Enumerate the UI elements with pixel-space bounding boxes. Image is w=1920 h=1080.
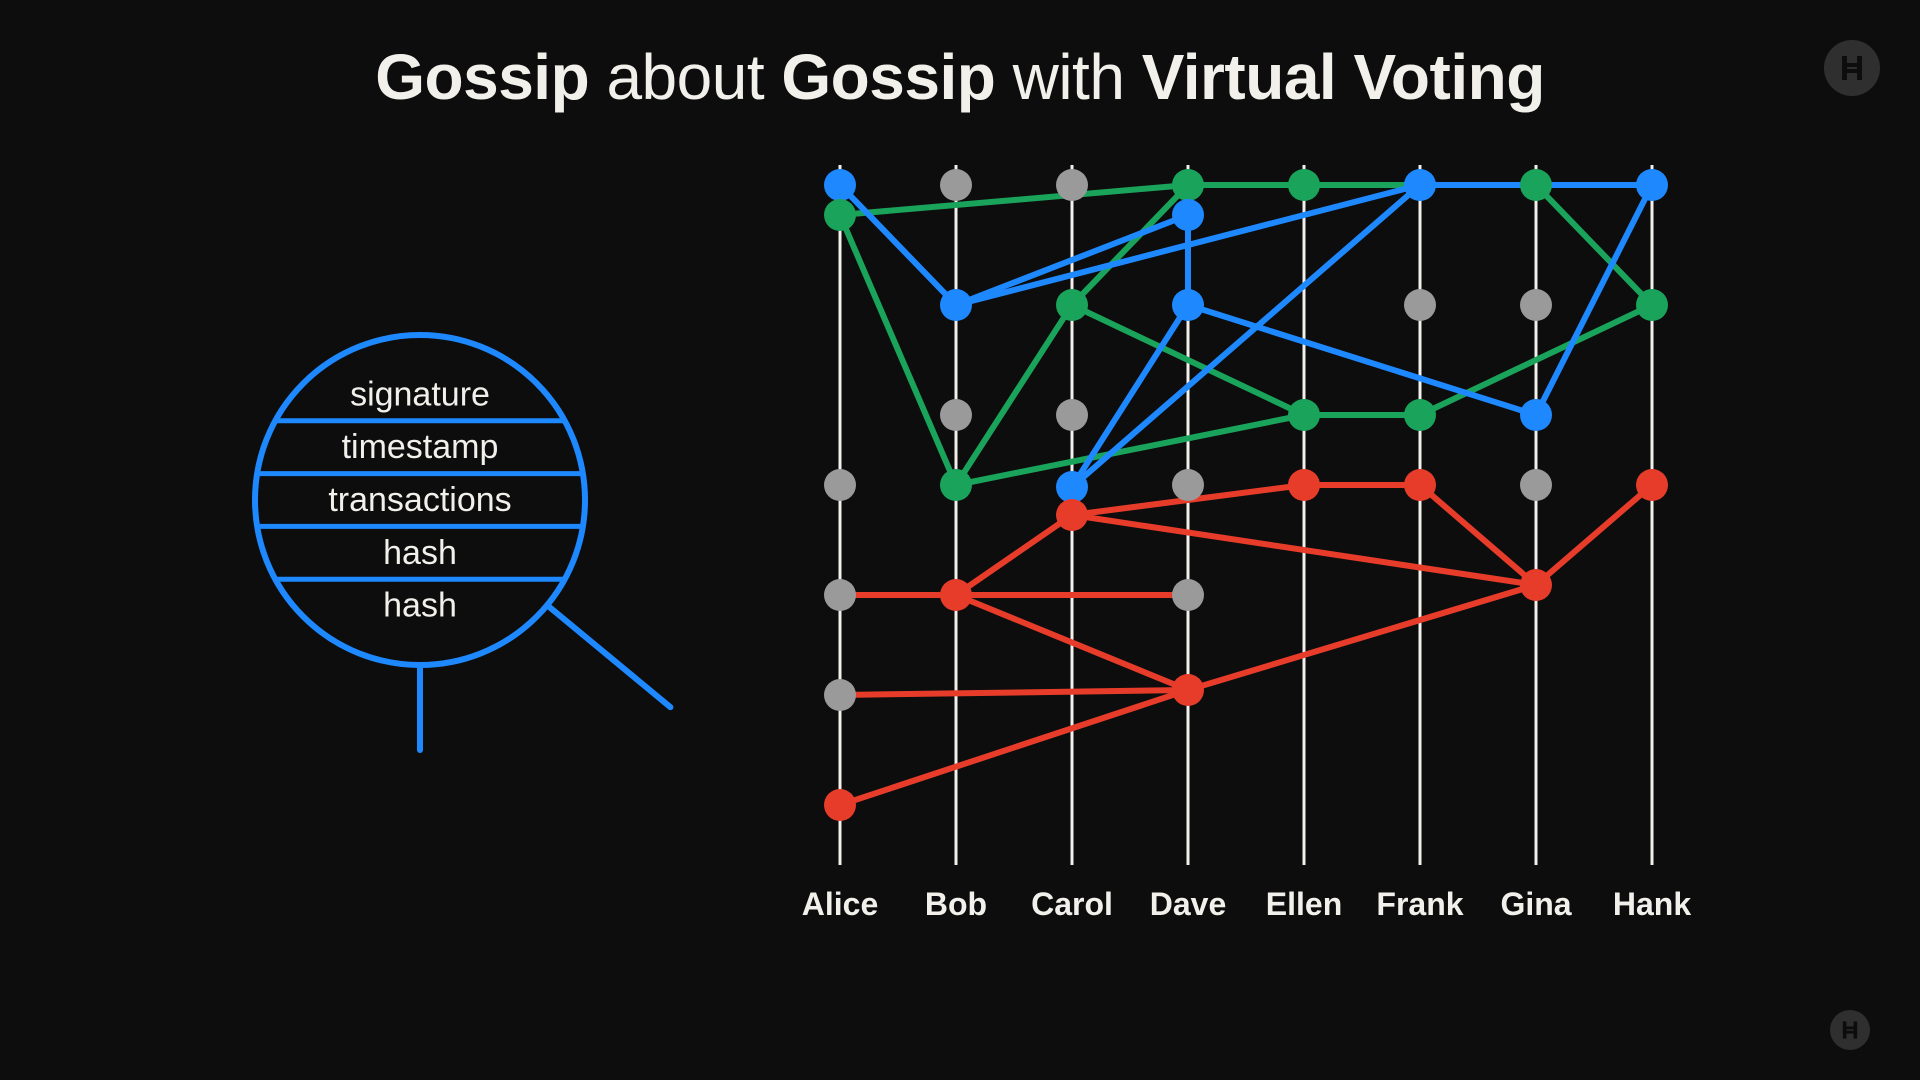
event-node	[1520, 289, 1552, 321]
title-word-1: Gossip	[375, 41, 589, 113]
gossip-edge	[1188, 585, 1536, 690]
hedera-logo-bottom	[1830, 1010, 1870, 1050]
gossip-edge	[840, 185, 956, 305]
event-node	[824, 169, 856, 201]
participant-label: Alice	[802, 886, 878, 922]
participant-label: Gina	[1500, 886, 1571, 922]
event-node	[1636, 469, 1668, 501]
gossip-edge	[840, 185, 1188, 215]
event-node	[1172, 199, 1204, 231]
participant-label: Frank	[1376, 886, 1463, 922]
participant-label: Dave	[1150, 886, 1227, 922]
event-node	[940, 579, 972, 611]
participant-label: Hank	[1613, 886, 1691, 922]
hedera-h-icon	[1840, 1020, 1860, 1040]
event-node	[1520, 399, 1552, 431]
title-word-5: Virtual Voting	[1142, 41, 1545, 113]
event-node	[824, 579, 856, 611]
event-node	[1636, 289, 1668, 321]
participant-label: Carol	[1031, 886, 1113, 922]
hedera-logo-top	[1824, 40, 1880, 96]
event-node	[1404, 399, 1436, 431]
event-structure-magnifier: signature timestamp transactions hash hash	[250, 330, 590, 670]
event-node	[940, 469, 972, 501]
event-node	[1288, 169, 1320, 201]
title-word-2: about	[589, 41, 781, 113]
event-node	[1172, 469, 1204, 501]
event-field-label: timestamp	[342, 428, 499, 466]
event-node	[940, 399, 972, 431]
slide-title: Gossip about Gossip with Virtual Voting	[0, 40, 1920, 114]
title-word-3: Gossip	[781, 41, 995, 113]
event-node	[1172, 169, 1204, 201]
event-node	[1172, 289, 1204, 321]
gossip-edge	[1536, 185, 1652, 415]
event-node	[1520, 169, 1552, 201]
event-node	[1520, 469, 1552, 501]
gossip-edge	[956, 305, 1072, 485]
event-node	[1520, 569, 1552, 601]
hashgraph-diagram: AliceBobCarolDaveEllenFrankGinaHank	[820, 165, 1690, 935]
event-node	[824, 679, 856, 711]
event-node	[940, 169, 972, 201]
magnifier-handle	[547, 605, 670, 707]
participant-label: Ellen	[1266, 886, 1342, 922]
gossip-edge	[840, 690, 1188, 695]
event-node	[1056, 471, 1088, 503]
event-node	[1056, 289, 1088, 321]
gossip-edge	[1072, 185, 1188, 305]
event-node	[1172, 579, 1204, 611]
gossip-edge	[840, 215, 956, 485]
event-field-label: hash	[383, 534, 457, 572]
event-node	[1172, 674, 1204, 706]
gossip-edge	[956, 515, 1072, 595]
event-node	[1288, 399, 1320, 431]
event-node	[1404, 289, 1436, 321]
event-node	[1056, 399, 1088, 431]
hedera-h-icon	[1838, 54, 1866, 82]
event-node	[1404, 169, 1436, 201]
event-node	[824, 199, 856, 231]
event-node	[824, 789, 856, 821]
gossip-edge	[1536, 185, 1652, 305]
event-field-label: signature	[350, 375, 490, 413]
event-node	[1056, 499, 1088, 531]
event-field-label: hash	[383, 587, 457, 625]
participant-label: Bob	[925, 886, 987, 922]
event-field-label: transactions	[328, 481, 511, 519]
gossip-edge	[1536, 485, 1652, 585]
gossip-edge	[1188, 305, 1536, 415]
event-node	[824, 469, 856, 501]
title-word-4: with	[995, 41, 1141, 113]
gossip-edge	[840, 690, 1188, 805]
event-node	[1288, 469, 1320, 501]
gossip-edge	[956, 415, 1304, 485]
event-node	[1056, 169, 1088, 201]
event-node	[1636, 169, 1668, 201]
event-node	[940, 289, 972, 321]
event-node	[1404, 469, 1436, 501]
